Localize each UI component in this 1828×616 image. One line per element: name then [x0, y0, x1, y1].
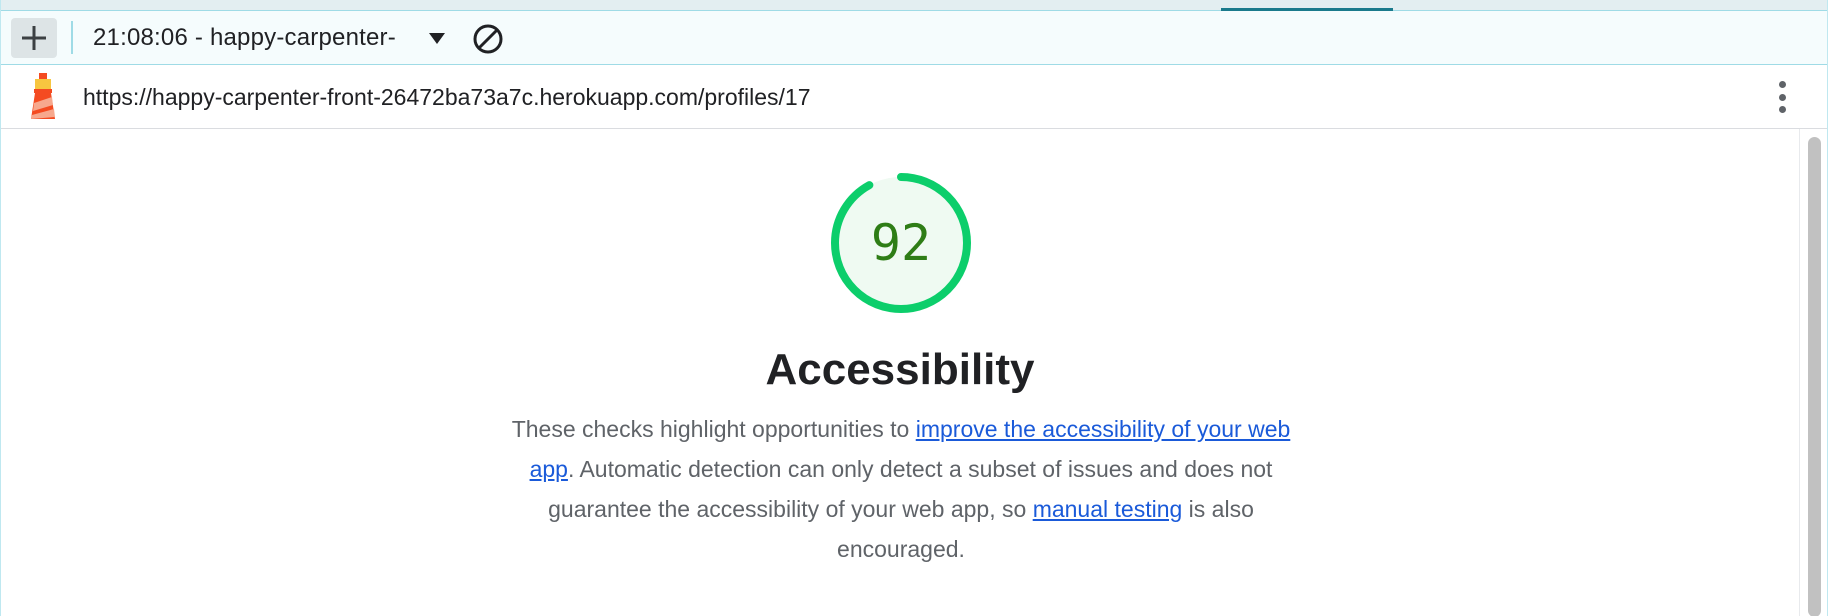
clear-circle-slash-icon[interactable]: [471, 22, 505, 56]
top-tab-strip: [1, 0, 1827, 11]
url-bar: https://happy-carpenter-front-26472ba73a…: [1, 65, 1827, 129]
report-selector-label: 21:08:06 - happy-carpenter-: [93, 24, 396, 51]
manual-testing-link[interactable]: manual testing: [1033, 496, 1183, 522]
kebab-menu-icon[interactable]: [1775, 79, 1789, 115]
lighthouse-report-window: 21:08:06 - happy-carpenter- https://happ…: [0, 0, 1828, 616]
report-selector-dropdown[interactable]: 21:08:06 - happy-carpenter-: [93, 11, 445, 65]
report-content: 92 Accessibility These checks highlight …: [1, 129, 1799, 616]
toolbar-divider: [71, 21, 73, 54]
category-description: These checks highlight opportunities to …: [491, 409, 1311, 569]
scrollbar-thumb[interactable]: [1808, 137, 1821, 616]
plus-icon: [22, 26, 46, 50]
audited-url: https://happy-carpenter-front-26472ba73a…: [83, 84, 811, 110]
vertical-scrollbar[interactable]: [1799, 129, 1827, 616]
category-title: Accessibility: [765, 345, 1035, 394]
report-toolbar: 21:08:06 - happy-carpenter-: [1, 11, 1827, 65]
caret-down-icon: [429, 32, 445, 44]
lighthouse-logo-icon: [31, 73, 55, 119]
new-report-button[interactable]: [11, 18, 57, 58]
description-text-1: These checks highlight opportunities to: [511, 416, 916, 442]
score-value: 92: [870, 214, 932, 272]
